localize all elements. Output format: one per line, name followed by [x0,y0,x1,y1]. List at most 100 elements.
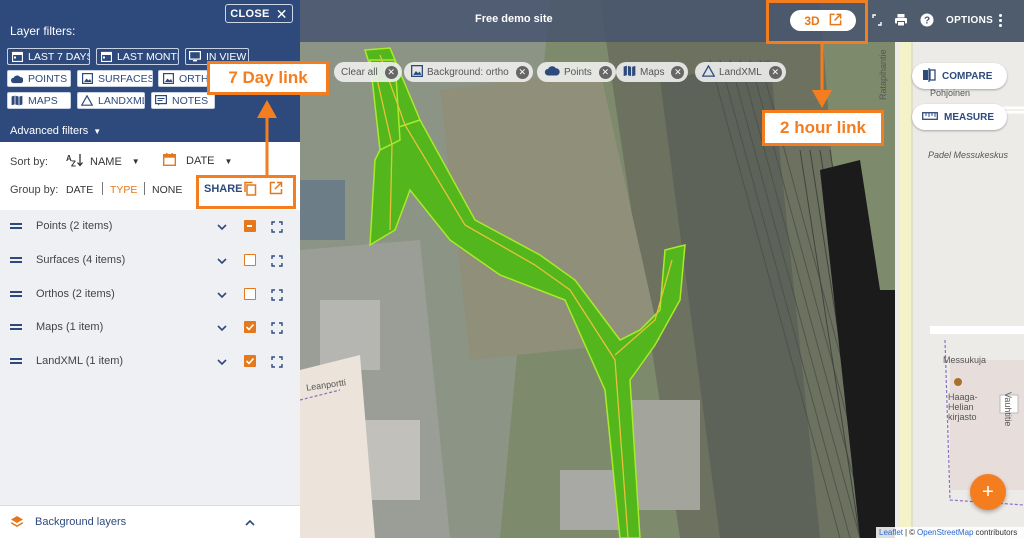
close-icon[interactable]: ✕ [598,65,612,79]
group-by-none[interactable]: NONE [152,184,182,196]
add-button[interactable]: + [970,474,1006,510]
drag-handle-icon[interactable] [10,223,22,229]
chip-background-ortho[interactable]: Background: ortho ✕ [404,62,533,82]
map-label: Haaga-Helian kirjasto [948,392,978,422]
close-icon[interactable]: ✕ [671,65,685,79]
options-label[interactable]: OPTIONS [946,15,993,26]
layer-row-surfaces[interactable]: Surfaces (4 items) [0,244,300,276]
chevron-down-icon[interactable] [216,220,228,232]
fit-to-view-icon[interactable] [271,355,283,368]
layer-name: Surfaces (4 items) [36,254,126,266]
filter-points[interactable]: POINTS [7,70,71,87]
drag-handle-icon[interactable] [10,324,22,330]
sort-name-label: NAME [90,155,122,168]
map-attribution: Leaflet | © OpenStreetMap contributors [876,527,1024,538]
filter-last-month[interactable]: LAST MONTH [96,48,179,65]
fit-to-view-icon[interactable] [271,254,283,267]
chip-clear-all[interactable]: Clear all ✕ [334,62,402,82]
layer-checkbox[interactable] [244,321,256,333]
chip-label: Maps [640,66,665,78]
background-layers-label: Background layers [35,516,127,528]
close-icon[interactable]: ✕ [768,65,782,79]
close-icon: ✕ [275,5,288,22]
layer-name: Points (2 items) [36,220,113,232]
fit-to-view-icon[interactable] [271,220,283,233]
close-button[interactable]: CLOSE ✕ [225,4,293,23]
sort-date-dropdown[interactable]: DATE ▼ [162,153,233,169]
compare-button[interactable]: COMPARE [912,63,1007,89]
layer-checkbox[interactable] [244,355,256,367]
layer-row-orthos[interactable]: Orthos (2 items) [0,278,300,310]
chip-label: Clear all [341,66,378,78]
filter-orthos[interactable]: ORTHOS [158,70,208,87]
fit-to-view-icon[interactable] [271,288,283,301]
layer-checkbox[interactable] [244,220,256,232]
chevron-down-icon[interactable] [216,254,228,266]
leaflet-link[interactable]: Leaflet [879,528,903,537]
background-layers-toggle[interactable]: Background layers [0,505,300,538]
advanced-filters-toggle[interactable]: Advanced filters ▼ [10,125,101,137]
close-icon[interactable]: ✕ [515,65,529,79]
group-by-label: Group by: [10,184,59,196]
filter-maps[interactable]: MAPS [7,92,71,109]
map-icon [11,95,23,107]
layer-row-landxml[interactable]: LandXML (1 item) [0,345,300,377]
monitor-icon [189,51,201,63]
map-view[interactable]: Pohjoinen Padel Messukeskus Ratapihantie… [300,0,1024,538]
chip-label: Points [564,66,592,78]
filter-label: NOTES [172,94,209,107]
layer-checkbox[interactable] [244,254,256,266]
filter-label: MAPS [28,94,58,107]
measure-button[interactable]: MEASURE [912,104,1007,130]
filter-notes[interactable]: NOTES [151,92,215,109]
filter-label: LAST 7 DAYS [28,50,90,63]
cloud-icon [11,73,23,85]
filter-last-7-days[interactable]: LAST 7 DAYS [7,48,90,65]
drag-handle-icon[interactable] [10,257,22,263]
map-label: Pohjoinen [930,88,971,98]
calendar-icon [162,153,177,169]
filter-label: LAST MONTH [117,50,179,63]
map-label: Padel Messukeskus [928,150,1009,160]
layer-row-maps[interactable]: Maps (1 item) [0,311,300,343]
filter-landxml[interactable]: LANDXML [77,92,145,109]
measure-label: MEASURE [944,111,995,123]
compare-label: COMPARE [942,70,993,82]
caret-down-icon: ▼ [131,157,140,166]
layer-name: Orthos (2 items) [36,288,115,300]
more-vert-icon[interactable] [999,14,1002,27]
sort-by-label: Sort by: [10,156,48,168]
help-icon[interactable]: ? [920,13,934,32]
group-by-date[interactable]: DATE [66,184,93,196]
map-label: Vauhtitie [1003,392,1013,427]
chevron-down-icon[interactable] [216,321,228,333]
chevron-down-icon[interactable] [216,355,228,367]
chip-maps[interactable]: Maps ✕ [616,62,689,82]
svg-text:Z: Z [71,160,76,168]
image-icon [411,64,424,80]
filter-label: ORTHOS [179,72,208,85]
image-icon [81,73,93,85]
layer-name: LandXML (1 item) [36,355,124,367]
caret-down-icon: ▼ [224,156,233,166]
fit-to-view-icon[interactable] [271,321,283,334]
drag-handle-icon[interactable] [10,291,22,297]
sort-name-dropdown[interactable]: AZ NAME ▼ [66,153,140,170]
print-icon[interactable] [894,13,908,32]
cloud-icon [544,65,560,79]
chip-points[interactable]: Points ✕ [537,62,616,82]
chevron-down-icon[interactable] [216,288,228,300]
drag-handle-icon[interactable] [10,358,22,364]
fullscreen-icon[interactable] [872,13,882,31]
close-icon[interactable]: ✕ [384,65,398,79]
close-label: CLOSE [230,7,270,20]
chip-landxml[interactable]: LandXML ✕ [695,62,786,82]
layer-row-points[interactable]: Points (2 items) [0,210,300,242]
seven-day-link-callout: 7 Day link [207,61,329,95]
group-by-type[interactable]: TYPE [110,184,137,196]
layers-icon [10,515,24,534]
osm-link[interactable]: OpenStreetMap [917,528,973,537]
caret-down-icon: ▼ [93,126,102,136]
layer-checkbox[interactable] [244,288,256,300]
filter-surfaces[interactable]: SURFACES [77,70,153,87]
